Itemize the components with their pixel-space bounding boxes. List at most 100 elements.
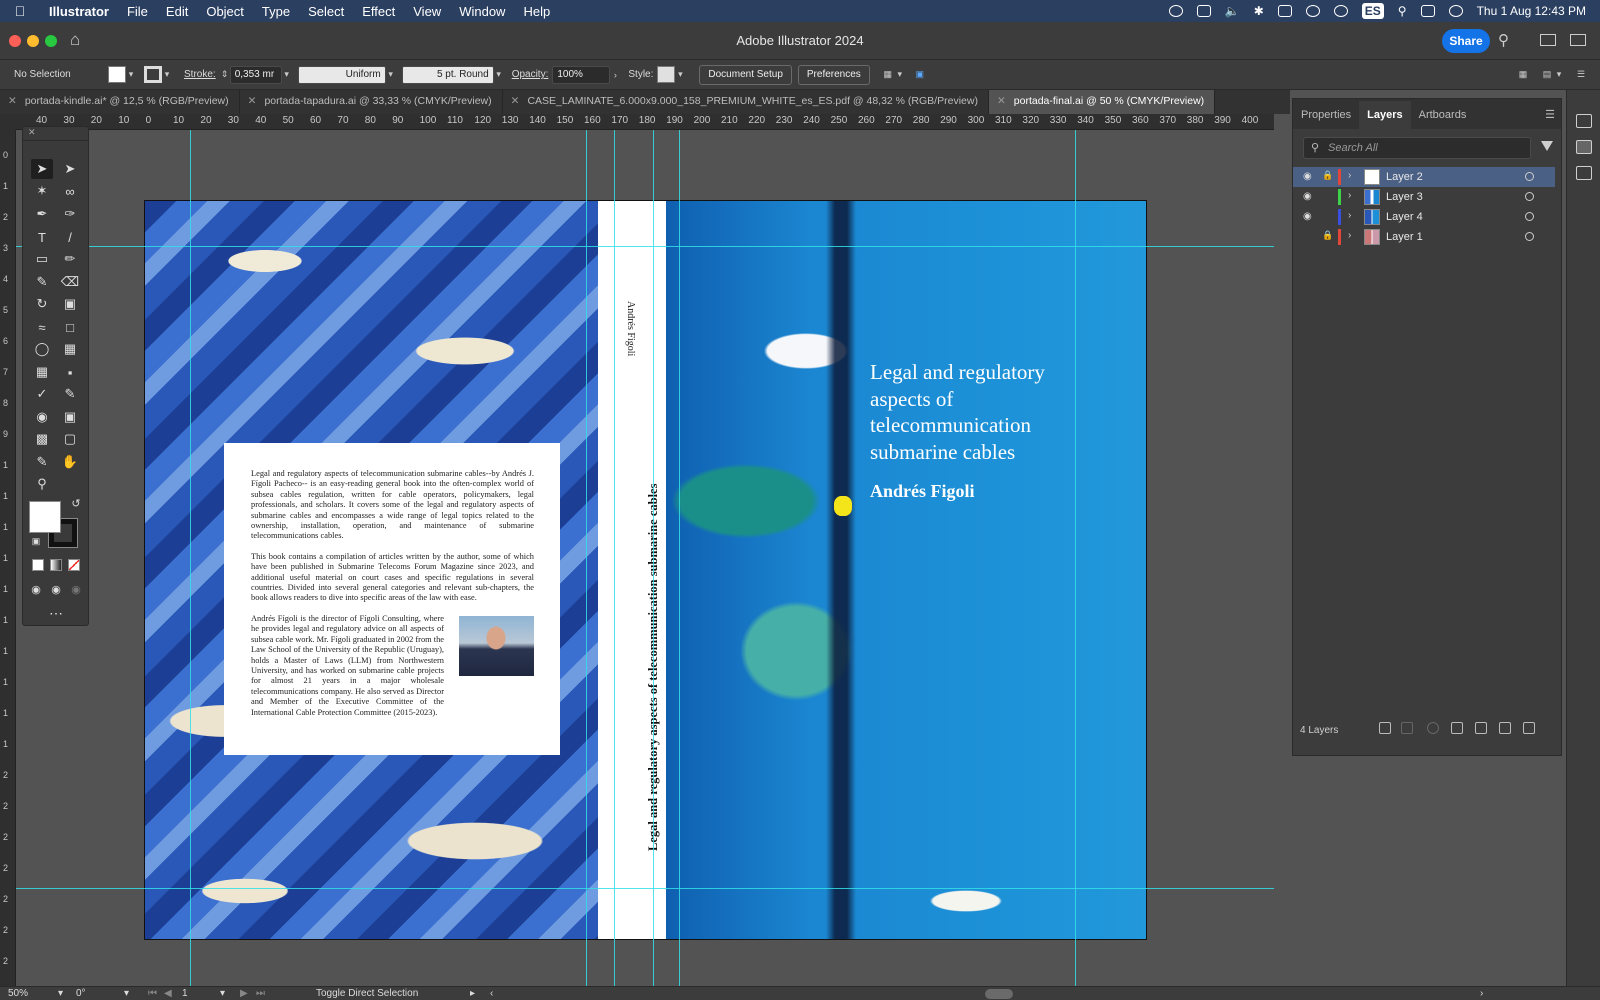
chevron-down-icon[interactable]: ▾: [895, 69, 905, 80]
home-icon[interactable]: ⌂: [70, 30, 80, 50]
tab-layers[interactable]: Layers: [1359, 101, 1411, 129]
type-tool-icon[interactable]: T: [31, 227, 53, 247]
make-clipping-mask-icon[interactable]: [1451, 722, 1463, 734]
tab-portada-kindle[interactable]: ✕ portada-kindle.ai* @ 12,5 % (RGB/Previe…: [0, 90, 240, 114]
search-icon[interactable]: ⚲: [1498, 31, 1509, 49]
layer-name[interactable]: Layer 3: [1386, 191, 1423, 203]
variable-width-profile[interactable]: Uniform: [297, 65, 386, 84]
eyedropper-tool-icon[interactable]: ✓: [31, 384, 53, 404]
menu-view[interactable]: View: [404, 4, 450, 19]
draw-behind-icon[interactable]: ◉: [45, 579, 67, 599]
chevron-down-icon[interactable]: ▾: [126, 69, 136, 80]
chevron-right-icon[interactable]: ›: [610, 70, 620, 80]
align-icon[interactable]: ▦: [1516, 69, 1530, 80]
creative-cloud-icon[interactable]: [1168, 5, 1183, 17]
layer-name[interactable]: Layer 4: [1386, 211, 1423, 223]
create-new-layer-icon[interactable]: [1499, 722, 1511, 734]
fill-swatch[interactable]: [29, 501, 61, 533]
lock-icon[interactable]: 🔒: [1322, 170, 1333, 181]
pen-tool-icon[interactable]: ✒: [31, 204, 53, 224]
visibility-eye-icon[interactable]: ◉: [1303, 171, 1312, 182]
artboard-number[interactable]: 1: [182, 988, 188, 999]
vertical-ruler[interactable]: 0 1 2 3 4 5 6 7 8 9 1 1 1 1 1 1 1 1 1 1 2 2 2 2 2 2 2: [0, 130, 16, 986]
paintbrush-tool-icon[interactable]: ✏: [59, 249, 81, 269]
tools-panel-header[interactable]: ✕: [23, 127, 88, 141]
link-icon[interactable]: [1333, 5, 1348, 17]
close-icon[interactable]: ✕: [248, 95, 257, 107]
rotation-value[interactable]: 0°: [76, 988, 86, 999]
chevron-down-icon[interactable]: ▾: [162, 69, 172, 80]
guide-vertical[interactable]: [1075, 130, 1076, 986]
direct-selection-tool-icon[interactable]: ➤: [59, 159, 81, 179]
lasso-tool-icon[interactable]: ∞: [59, 181, 81, 201]
preferences-button[interactable]: Preferences: [797, 64, 870, 85]
menu-edit[interactable]: Edit: [157, 4, 197, 19]
screen-mirroring-icon[interactable]: [1196, 5, 1211, 17]
menu-app[interactable]: Illustrator: [40, 4, 118, 19]
visibility-eye-icon[interactable]: ◉: [1303, 191, 1312, 202]
layer-target-icon[interactable]: [1525, 192, 1534, 201]
scroll-left-icon[interactable]: ‹: [490, 988, 493, 999]
guide-vertical[interactable]: [586, 130, 587, 986]
swap-fill-stroke-icon[interactable]: ↺: [65, 493, 87, 513]
rotate-tool-icon[interactable]: ↻: [31, 294, 53, 314]
selection-tool-icon[interactable]: ➤: [31, 159, 53, 179]
create-sublayer-icon[interactable]: [1475, 722, 1487, 734]
filter-icon[interactable]: [1541, 141, 1553, 151]
transform-icon[interactable]: ▤: [1540, 69, 1554, 80]
measure-tool-icon[interactable]: ✎: [59, 384, 81, 404]
menu-select[interactable]: Select: [299, 4, 353, 19]
draw-inside-icon[interactable]: ◉: [65, 579, 87, 599]
trash-icon[interactable]: [1523, 722, 1535, 734]
close-icon[interactable]: ✕: [997, 95, 1006, 107]
control-center-icon[interactable]: [1420, 5, 1435, 17]
arrange-documents-icon[interactable]: ▦: [881, 69, 895, 80]
panel-menu-icon[interactable]: ☰: [1545, 108, 1561, 129]
layers-icon[interactable]: [1576, 140, 1592, 154]
chevron-right-icon[interactable]: ›: [1348, 190, 1351, 201]
share-button[interactable]: Share: [1442, 29, 1490, 53]
collect-for-export-icon[interactable]: [1379, 722, 1391, 734]
line-tool-icon[interactable]: /: [59, 227, 81, 247]
hand-tool-icon[interactable]: ✋: [59, 452, 81, 472]
workspace-switcher-icon[interactable]: [1540, 34, 1556, 46]
user-icon[interactable]: [1305, 5, 1320, 17]
panel-toggle-icon[interactable]: [1570, 34, 1586, 46]
bluetooth-icon[interactable]: ✱: [1254, 4, 1264, 18]
siri-icon[interactable]: [1448, 5, 1463, 17]
layer-row-layer-4[interactable]: ◉ › Layer 4: [1293, 207, 1555, 227]
guide-horizontal[interactable]: [16, 246, 1274, 247]
chevron-down-icon[interactable]: ▾: [494, 69, 504, 80]
chevron-down-icon[interactable]: ▾: [1554, 69, 1564, 80]
guide-horizontal[interactable]: [16, 888, 1274, 889]
menu-type[interactable]: Type: [253, 4, 299, 19]
tab-portada-final[interactable]: ✕ portada-final.ai @ 50 % (CMYK/Preview): [988, 90, 1216, 114]
chevron-down-icon[interactable]: ▾: [124, 988, 129, 999]
horizontal-scrollbar-thumb[interactable]: [985, 989, 1013, 999]
chevron-down-icon[interactable]: ▾: [220, 988, 225, 999]
menu-window[interactable]: Window: [450, 4, 514, 19]
chevron-right-icon[interactable]: ▸: [470, 988, 475, 999]
artboard-book-cover[interactable]: Legal and regulatory aspects of telecomm…: [144, 200, 1147, 940]
close-icon[interactable]: ✕: [511, 95, 520, 107]
stroke-color-swatch[interactable]: [144, 66, 162, 83]
horizontal-ruler[interactable]: 40 30 20 10 0 10 20 30 40 50 60 70 80 90 100 110 120 130 1…: [16, 114, 1274, 130]
perspective-grid-tool-icon[interactable]: ▦: [59, 339, 81, 359]
gradient-tool-icon[interactable]: ▪: [59, 362, 81, 382]
menu-object[interactable]: Object: [197, 4, 253, 19]
chevron-right-icon[interactable]: ›: [1348, 230, 1351, 241]
export-icon[interactable]: [1401, 722, 1413, 734]
opacity-label[interactable]: Opacity:: [512, 69, 549, 80]
apple-icon[interactable]: : [0, 3, 40, 19]
guide-vertical[interactable]: [190, 130, 191, 986]
artboard-tool-icon[interactable]: ▢: [59, 429, 81, 449]
last-artboard-icon[interactable]: ⏭: [256, 988, 265, 999]
layer-name[interactable]: Layer 2: [1386, 171, 1423, 183]
zoom-window-button[interactable]: [45, 35, 57, 47]
free-transform-tool-icon[interactable]: □: [59, 317, 81, 337]
stepper-icon[interactable]: ⇕: [220, 69, 230, 80]
back-cover-artwork[interactable]: Legal and regulatory aspects of telecomm…: [145, 201, 598, 939]
magic-wand-tool-icon[interactable]: ✶: [31, 181, 53, 201]
chevron-down-icon[interactable]: ▾: [282, 69, 292, 80]
locate-object-icon[interactable]: [1427, 722, 1439, 734]
